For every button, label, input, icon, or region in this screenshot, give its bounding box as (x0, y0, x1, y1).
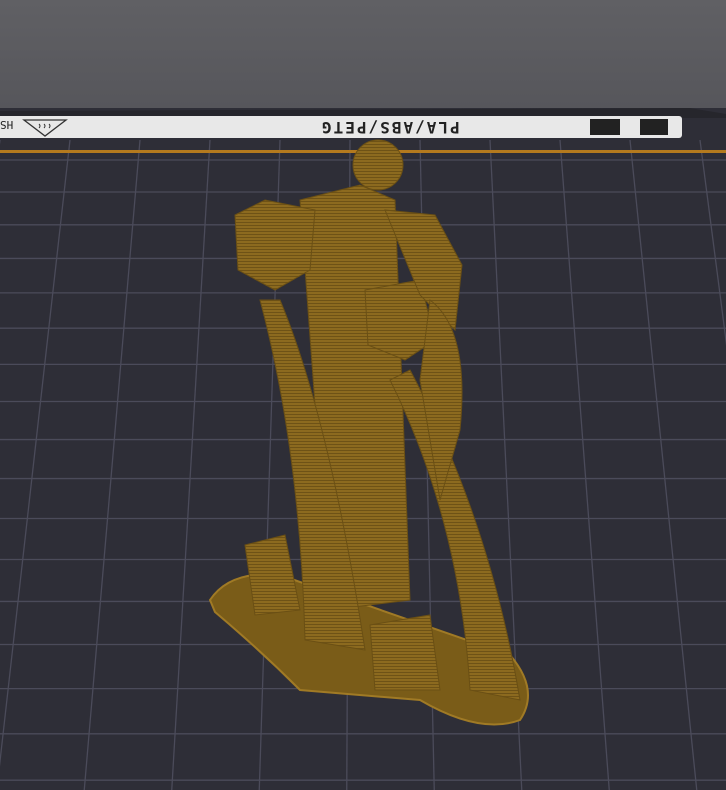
sliced-model-preview[interactable] (0, 0, 726, 790)
